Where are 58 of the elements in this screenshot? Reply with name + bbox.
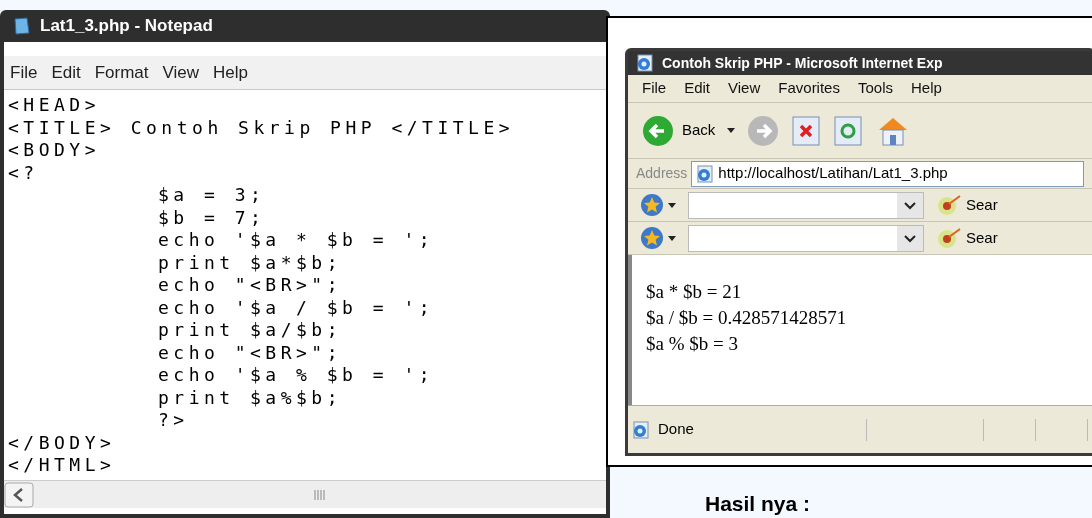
code-line: <HEAD> [8,94,101,117]
output-line: $a * $b = 21 [646,280,742,304]
code-line: echo "<BR>"; [158,274,343,297]
window-title: Contoh Skrip PHP - Microsoft Internet Exp [662,53,943,73]
grip-icon[interactable] [313,489,327,500]
code-line: echo '$a * $b = '; [158,229,435,252]
menu-item[interactable]: View [162,59,200,86]
code-line: </BODY> [8,431,116,454]
menu-item[interactable]: Help [911,77,942,100]
search-label[interactable]: Sear [966,193,998,217]
menu-item[interactable]: View [728,77,761,100]
menu-item[interactable]: File [10,59,38,86]
output-line: $a % $b = 3 [646,332,738,356]
status-text: Done [658,419,695,440]
caret-icon[interactable] [668,202,676,208]
dropdown-icon[interactable] [897,192,923,218]
code-line: $a = 3; [158,184,266,207]
code-line: echo "<BR>"; [158,341,343,364]
code-line: <? [8,161,39,184]
horizontal-scrollbar[interactable] [4,480,606,508]
browser-icon [636,54,654,72]
address-label: Address [636,164,688,183]
code-line: ?> [158,409,189,432]
menu-item[interactable]: Edit [51,59,81,86]
search-label[interactable]: Sear [966,226,998,250]
code-line: print $a%$b; [158,386,343,409]
menu-item[interactable]: Edit [684,77,711,100]
output-line: $a / $b = 0.428571428571 [646,306,847,330]
scroll-left-icon[interactable] [4,481,34,508]
address-field[interactable]: http://localhost/Latihan/Lat1_3.php [691,160,1084,187]
menu-item[interactable]: Format [94,59,149,86]
dropdown-icon[interactable] [897,225,923,251]
page-icon [696,164,715,183]
menu-item[interactable]: Tools [857,77,893,100]
code-line: echo '$a / $b = '; [158,296,435,319]
caption: Hasil nya : [705,492,811,516]
target-icon[interactable] [936,226,962,250]
window-title: Lat1_3.php - Notepad [40,15,213,38]
notepad-icon [12,16,32,36]
search-field[interactable] [688,224,924,252]
page-icon [632,420,650,439]
code-line: $b = 7; [158,206,266,229]
caret-icon[interactable] [668,235,676,241]
stop-icon[interactable] [791,114,822,147]
code-line: print $a*$b; [158,251,343,274]
caret-icon[interactable] [727,128,736,133]
code-line: <TITLE> Contoh Skrip PHP </TITLE> [8,116,515,139]
menu-item[interactable]: File [642,77,667,100]
back-button[interactable]: Back [642,114,716,147]
refresh-icon[interactable] [833,114,864,147]
menu-item[interactable]: Favorites [778,77,840,100]
code-line: </HTML> [8,454,116,477]
code-line: <BODY> [8,139,101,162]
menu-item[interactable]: Help [213,59,249,86]
target-icon[interactable] [936,193,962,217]
search-field[interactable] [688,191,924,219]
code-line: echo '$a % $b = '; [158,364,435,387]
code-line: print $a/$b; [158,319,343,342]
